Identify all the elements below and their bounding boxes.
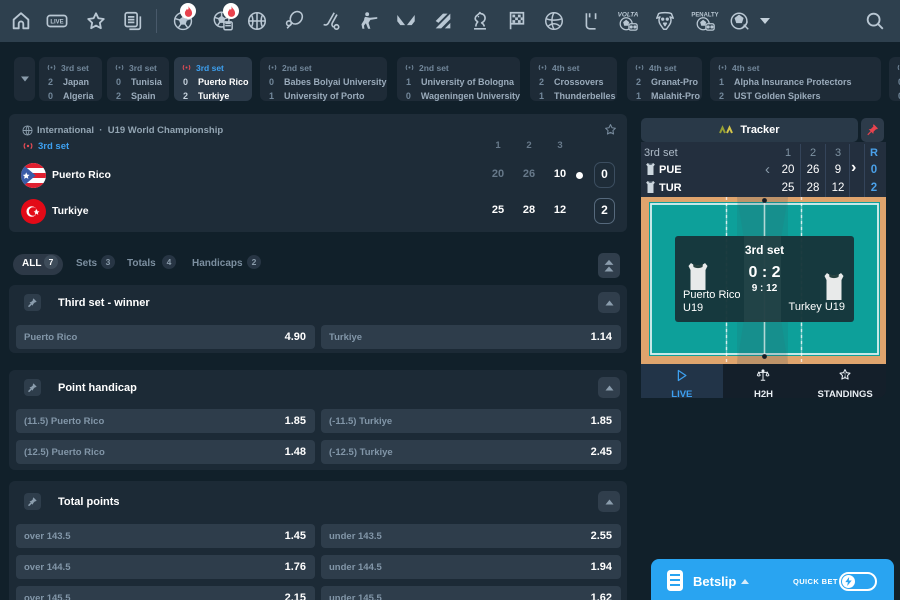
svg-text:Puerto Rico: Puerto Rico xyxy=(683,289,740,301)
svg-text:VOLTA: VOLTA xyxy=(618,11,639,18)
svg-text:Turkey U19: Turkey U19 xyxy=(789,301,845,313)
svg-text:U19: U19 xyxy=(683,302,703,314)
svg-text:0 : 2: 0 : 2 xyxy=(748,264,780,281)
svg-text:3rd set: 3rd set xyxy=(745,243,784,257)
svg-text:1: 1 xyxy=(844,372,847,378)
svg-text:9 : 12: 9 : 12 xyxy=(752,283,778,294)
svg-text:LIVE: LIVE xyxy=(50,20,63,26)
